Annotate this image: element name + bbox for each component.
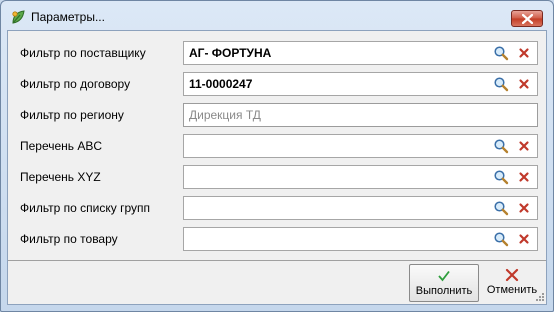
cancel-button[interactable]: Отменить [481,264,543,302]
button-divider [8,260,546,261]
window-title: Параметры... [31,10,105,24]
clear-x-icon[interactable] [517,232,531,246]
search-icon[interactable] [493,169,509,185]
cancel-button-label: Отменить [486,284,538,296]
close-button[interactable] [511,10,543,27]
filter-label: Фильтр по списку групп [20,201,150,215]
filter-field[interactable]: АГ- ФОРТУНА [183,41,538,65]
cancel-x-icon [505,268,519,282]
filter-field[interactable] [183,196,538,220]
run-button-label: Выполнить [415,285,473,297]
filter-label: Фильтр по поставщику [20,46,146,60]
filter-placeholder: Дирекция ТД [189,108,261,122]
filter-field[interactable] [183,165,538,189]
filter-field[interactable]: 11-0000247 [183,72,538,96]
resize-grip[interactable] [536,293,544,301]
clear-x-icon[interactable] [517,77,531,91]
dialog-window: Параметры... Фильтр по поставщику АГ- ФОР… [0,0,554,312]
filter-field[interactable]: Дирекция ТД [183,103,538,127]
filter-value: АГ- ФОРТУНА [189,46,272,60]
filter-field[interactable] [183,227,538,251]
check-icon [438,270,450,282]
search-icon[interactable] [493,231,509,247]
run-button[interactable]: Выполнить [409,264,479,302]
filter-value: 11-0000247 [189,77,253,91]
title-bar[interactable]: Параметры... [1,1,553,31]
clear-x-icon[interactable] [517,46,531,60]
search-icon[interactable] [493,200,509,216]
close-icon [522,14,533,24]
clear-x-icon[interactable] [517,201,531,215]
filter-field[interactable] [183,134,538,158]
filter-label: Перечень ABC [20,139,103,153]
filter-label: Фильтр по договору [20,77,131,91]
filter-label: Фильтр по товару [20,232,118,246]
dialog-content: Фильтр по поставщику АГ- ФОРТУНА Фильтр по… [7,30,547,305]
clear-x-icon[interactable] [517,139,531,153]
search-icon[interactable] [493,45,509,61]
filter-label: Перечень XYZ [20,170,101,184]
clear-x-icon[interactable] [517,170,531,184]
search-icon[interactable] [493,138,509,154]
filter-label: Фильтр по региону [20,108,124,122]
search-icon[interactable] [493,76,509,92]
app-leaf-icon [12,10,25,24]
